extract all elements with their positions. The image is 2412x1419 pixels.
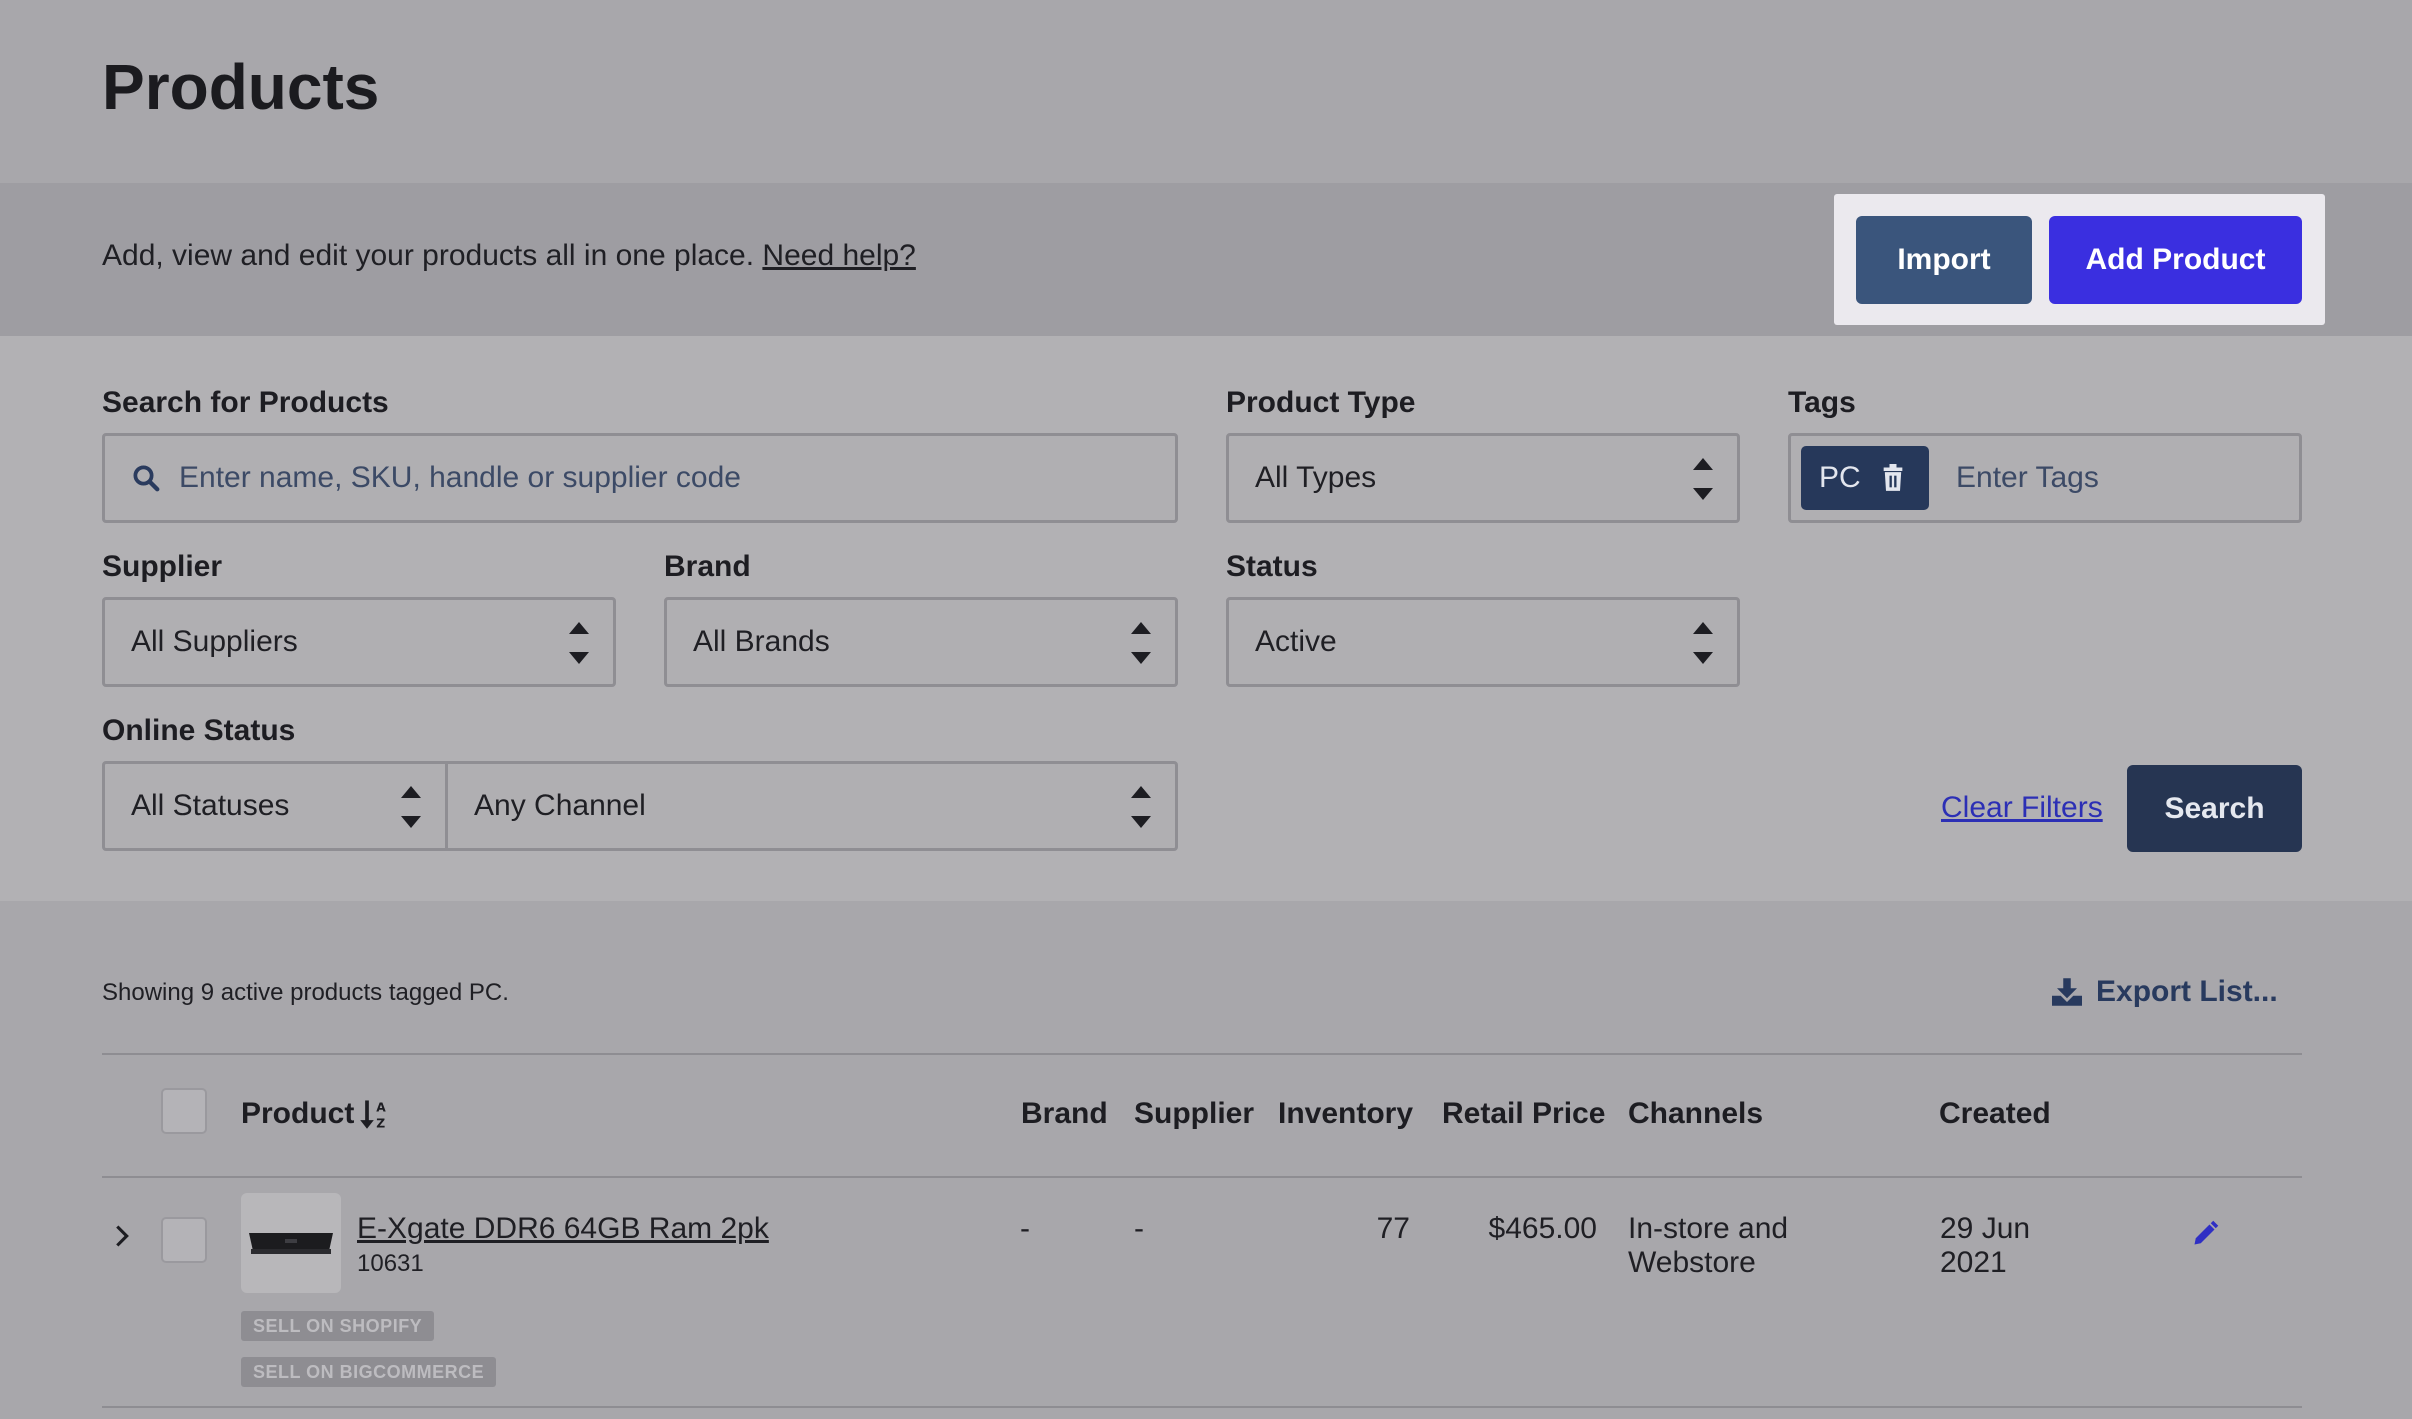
search-button[interactable]: Search <box>2127 765 2302 852</box>
brand-label: Brand <box>664 550 751 583</box>
tag-chip-label: PC <box>1819 461 1861 494</box>
product-created-line2: 2021 <box>1940 1246 2007 1279</box>
search-placeholder: Enter name, SKU, handle or supplier code <box>179 461 741 494</box>
pencil-icon[interactable] <box>2192 1217 2222 1247</box>
search-label: Search for Products <box>102 386 389 419</box>
svg-text:Z: Z <box>377 1117 386 1130</box>
add-product-button[interactable]: Add Product <box>2049 216 2302 304</box>
product-supplier: - <box>1134 1212 1144 1245</box>
status-select[interactable]: Active <box>1226 597 1740 687</box>
product-channels-line1: In-store and <box>1628 1212 1789 1245</box>
product-created: 29 Jun 2021 <box>1940 1212 2030 1280</box>
column-header-inventory: Inventory <box>1278 1097 1414 1130</box>
chevron-updown-icon <box>1693 622 1715 664</box>
chevron-updown-icon <box>1131 622 1153 664</box>
search-input[interactable]: Enter name, SKU, handle or supplier code <box>102 433 1178 523</box>
product-inventory: 77 <box>1376 1212 1410 1245</box>
sell-on-shopify-badge: SELL ON SHOPIFY <box>241 1311 435 1341</box>
product-type-label: Product Type <box>1226 386 1416 419</box>
column-header-retail-price: Retail Price <box>1442 1097 1606 1130</box>
description-label: Add, view and edit your products all in … <box>102 239 755 272</box>
status-value: Active <box>1255 625 1337 658</box>
column-header-brand: Brand <box>1021 1097 1108 1130</box>
product-created-line1: 29 Jun <box>1940 1212 2031 1245</box>
product-sku: 10631 <box>357 1250 424 1277</box>
tags-input[interactable]: PC Enter Tags <box>1788 433 2302 523</box>
page-header: Products <box>0 0 2412 183</box>
supplier-label: Supplier <box>102 550 223 583</box>
product-name-link[interactable]: E-Xgate DDR6 64GB Ram 2pk <box>357 1212 769 1246</box>
chevron-right-icon[interactable] <box>114 1225 130 1247</box>
download-icon <box>2052 978 2082 1006</box>
product-type-select[interactable]: All Types <box>1226 433 1740 523</box>
column-header-product[interactable]: Product A Z <box>241 1097 390 1131</box>
trash-icon[interactable] <box>1881 464 1905 492</box>
column-header-supplier: Supplier <box>1134 1097 1255 1130</box>
column-header-created: Created <box>1939 1097 2051 1130</box>
ram-module-image <box>249 1233 333 1254</box>
product-type-value: All Types <box>1255 461 1377 494</box>
chevron-updown-icon <box>401 786 423 828</box>
results-count: Showing 9 active products tagged PC. <box>102 979 509 1006</box>
description-text: Add, view and edit your products all in … <box>102 239 916 273</box>
sell-on-bigcommerce-badge: SELL ON BIGCOMMERCE <box>241 1357 497 1387</box>
select-all-checkbox[interactable] <box>161 1088 207 1134</box>
product-retail-price: $465.00 <box>1488 1212 1597 1245</box>
channel-select[interactable]: Any Channel <box>445 761 1178 851</box>
online-status-value: All Statuses <box>131 789 290 822</box>
column-product-label: Product <box>241 1097 355 1130</box>
supplier-select[interactable]: All Suppliers <box>102 597 616 687</box>
description-bar: Add, view and edit your products all in … <box>0 183 2412 336</box>
page-title: Products <box>102 51 380 123</box>
clear-filters-link[interactable]: Clear Filters <box>1941 791 2103 825</box>
chevron-updown-icon <box>1131 786 1153 828</box>
tags-placeholder: Enter Tags <box>1956 461 2099 494</box>
action-button-group: Import Add Product <box>1834 194 2325 325</box>
tags-label: Tags <box>1788 386 1856 419</box>
export-list-label: Export List... <box>2096 975 2278 1008</box>
svg-text:A: A <box>377 1101 387 1115</box>
import-button[interactable]: Import <box>1856 216 2032 304</box>
online-status-select[interactable]: All Statuses <box>102 761 448 851</box>
row-checkbox[interactable] <box>161 1217 207 1263</box>
export-list-button[interactable]: Export List... <box>2052 975 2278 1009</box>
row-divider <box>102 1406 2302 1408</box>
product-thumbnail <box>241 1193 341 1293</box>
table-header-divider <box>102 1176 2302 1178</box>
status-label: Status <box>1226 550 1318 583</box>
table-top-divider <box>102 1053 2302 1055</box>
online-status-label: Online Status <box>102 714 296 747</box>
chevron-updown-icon <box>569 622 591 664</box>
supplier-value: All Suppliers <box>131 625 298 658</box>
product-channels: In-store and Webstore <box>1628 1212 1788 1280</box>
need-help-link[interactable]: Need help? <box>762 239 915 272</box>
product-brand: - <box>1020 1212 1030 1245</box>
sort-az-icon: A Z <box>360 1100 387 1130</box>
brand-value: All Brands <box>693 625 830 658</box>
chevron-updown-icon <box>1693 458 1715 500</box>
brand-select[interactable]: All Brands <box>664 597 1178 687</box>
column-header-channels: Channels <box>1628 1097 1764 1130</box>
results-section: Showing 9 active products tagged PC. Exp… <box>0 901 2412 1419</box>
tag-chip-pc: PC <box>1801 446 1929 510</box>
search-icon <box>133 465 160 492</box>
product-channels-line2: Webstore <box>1628 1246 1756 1279</box>
channel-value: Any Channel <box>474 789 646 822</box>
